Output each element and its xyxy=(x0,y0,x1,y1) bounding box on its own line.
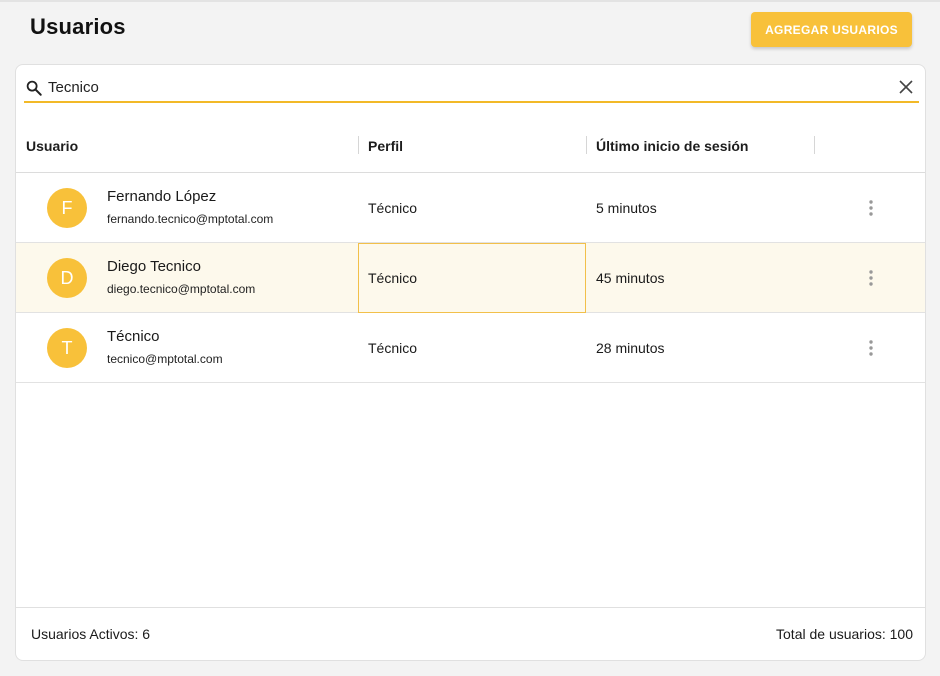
profile-cell[interactable]: Técnico xyxy=(368,313,417,383)
last-login-cell[interactable]: 5 minutos xyxy=(596,173,657,243)
last-login-cell[interactable]: 45 minutos xyxy=(596,243,664,313)
user-email: diego.tecnico@mptotal.com xyxy=(107,282,256,296)
more-vert-icon[interactable] xyxy=(865,339,877,357)
avatar: T xyxy=(47,328,87,368)
table-footer: Usuarios Activos: 6 Total de usuarios: 1… xyxy=(16,607,925,660)
page-title: Usuarios xyxy=(30,14,126,39)
table-row[interactable]: D Diego Tecnico diego.tecnico@mptotal.co… xyxy=(16,243,925,313)
user-email: tecnico@mptotal.com xyxy=(107,352,223,366)
more-vert-icon[interactable] xyxy=(865,199,877,217)
column-header-perfil[interactable]: Perfil xyxy=(368,120,403,172)
avatar: F xyxy=(47,188,87,228)
user-name: Fernando López xyxy=(107,188,217,205)
profile-cell[interactable]: Técnico xyxy=(368,173,417,243)
column-resize-handle[interactable] xyxy=(358,136,359,154)
users-card: Usuario Perfil Último inicio de sesión F… xyxy=(15,64,926,661)
profile-cell[interactable]: Técnico xyxy=(358,243,586,313)
user-email: fernando.tecnico@mptotal.com xyxy=(107,212,274,226)
table-row[interactable]: F Fernando López fernando.tecnico@mptota… xyxy=(16,173,925,243)
user-name: Diego Tecnico xyxy=(107,258,201,275)
top-divider xyxy=(0,0,940,2)
add-users-button[interactable]: AGREGAR USUARIOS xyxy=(751,12,912,47)
table-header: Usuario Perfil Último inicio de sesión xyxy=(16,120,925,173)
total-users-count: Total de usuarios: 100 xyxy=(776,626,913,642)
table-row[interactable]: T Técnico tecnico@mptotal.com Técnico 28… xyxy=(16,313,925,383)
user-name: Técnico xyxy=(107,328,160,345)
close-icon[interactable] xyxy=(899,80,913,94)
column-resize-handle[interactable] xyxy=(814,136,815,154)
search-bar xyxy=(24,73,919,103)
last-login-cell[interactable]: 28 minutos xyxy=(596,313,664,383)
column-header-usuario[interactable]: Usuario xyxy=(26,120,78,172)
active-users-count: Usuarios Activos: 6 xyxy=(31,626,151,642)
avatar: D xyxy=(47,258,87,298)
search-input[interactable] xyxy=(48,75,868,99)
column-header-last-login[interactable]: Último inicio de sesión xyxy=(596,120,748,172)
more-vert-icon[interactable] xyxy=(865,269,877,287)
search-icon xyxy=(26,80,42,96)
column-resize-handle[interactable] xyxy=(586,136,587,154)
